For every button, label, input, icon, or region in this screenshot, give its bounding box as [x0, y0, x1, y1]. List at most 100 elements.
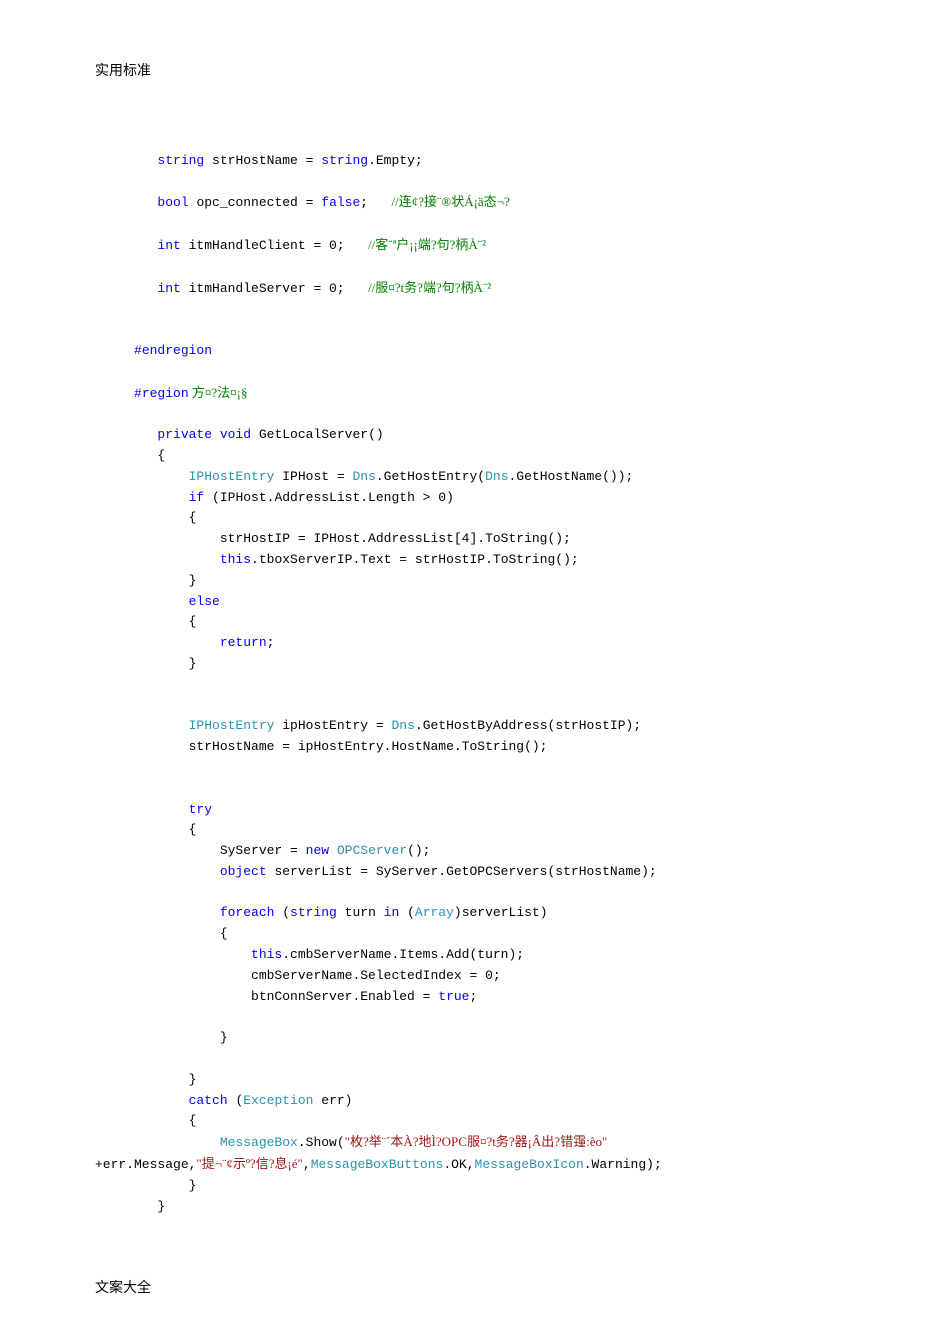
code-text: strHostName =	[204, 153, 321, 168]
preprocessor-endregion: #endregion	[134, 343, 212, 358]
string-literal: "提¬¨¢示º?信?息¡é"	[196, 1156, 302, 1171]
code-text: strHostName = ipHostEntry.HostName.ToStr…	[189, 739, 548, 754]
code-line: this.cmbServerName.Items.Add(turn);	[95, 947, 524, 962]
code-text: opc_connected =	[189, 195, 322, 210]
code-text: itmHandleServer = 0;	[181, 281, 368, 296]
keyword-int: int	[157, 238, 180, 253]
code-line: return;	[95, 635, 274, 650]
code-text: .Empty;	[368, 153, 423, 168]
code-text: turn	[337, 905, 384, 920]
code-line: }	[95, 1199, 165, 1214]
code-text: ;	[267, 635, 275, 650]
code-text: .tboxServerIP.Text = strHostIP.ToString(…	[251, 552, 579, 567]
comment: //连¢?接¨®状Á¡ä态¬?	[392, 194, 510, 209]
keyword-int: int	[157, 281, 180, 296]
code-line: }	[95, 656, 196, 671]
brace: }	[189, 1178, 197, 1193]
keyword-void: void	[212, 427, 251, 442]
brace: }	[189, 1072, 197, 1087]
code-line: }	[95, 1178, 196, 1193]
code-text: .OK,	[443, 1157, 474, 1172]
type-iphostentry: IPHostEntry	[189, 469, 275, 484]
code-line: {	[95, 1113, 196, 1128]
code-line: if (IPHost.AddressList.Length > 0)	[95, 490, 454, 505]
code-line: #region 方¤?法¤¡§	[95, 386, 247, 401]
code-text: +err.Message,	[95, 1157, 196, 1172]
code-line: else	[95, 594, 220, 609]
keyword-private: private	[157, 427, 212, 442]
code-line: foreach (string turn in (Array)serverLis…	[95, 905, 548, 920]
code-line: bool opc_connected = false; //连¢?接¨®状Á¡ä…	[95, 195, 510, 210]
code-line: private void GetLocalServer()	[95, 427, 384, 442]
code-text: err)	[313, 1093, 352, 1108]
type-exception: Exception	[243, 1093, 313, 1108]
code-text: (IPHost.AddressList.Length > 0)	[204, 490, 454, 505]
code-text: .cmbServerName.Items.Add(turn);	[282, 947, 524, 962]
preprocessor-region: #region	[134, 386, 189, 401]
code-text: .Show(	[298, 1135, 345, 1150]
type-mbbuttons: MessageBoxButtons	[311, 1157, 444, 1172]
code-text: serverList = SyServer.GetOPCServers(strH…	[267, 864, 657, 879]
type-opcserver: OPCServer	[329, 843, 407, 858]
code-line: int itmHandleClient = 0; //客¨ª户¡¡端?句?柄À¨…	[95, 238, 486, 253]
code-text: .GetHostEntry(	[376, 469, 485, 484]
code-line: catch (Exception err)	[95, 1093, 352, 1108]
code-line: }	[95, 1072, 196, 1087]
code-text: (	[274, 905, 290, 920]
brace: {	[157, 448, 165, 463]
code-text: btnConnServer.Enabled =	[251, 989, 438, 1004]
code-line: }	[95, 573, 196, 588]
region-name: 方¤?法¤¡§	[189, 385, 248, 400]
brace: {	[189, 614, 197, 629]
code-text: ,	[303, 1157, 311, 1172]
page-header: 实用标准	[95, 60, 850, 80]
code-text: itmHandleClient = 0;	[181, 238, 368, 253]
type-dns: Dns	[391, 718, 414, 733]
code-line: int itmHandleServer = 0; //服¤?t务?端?句?柄À¨…	[95, 281, 491, 296]
code-line: {	[95, 510, 196, 525]
code-text: SyServer =	[220, 843, 306, 858]
comment: //服¤?t务?端?句?柄À¨²	[368, 280, 491, 295]
code-text: ;	[360, 195, 391, 210]
code-text: )serverList)	[454, 905, 548, 920]
keyword-this: this	[220, 552, 251, 567]
keyword-try: try	[189, 802, 212, 817]
brace: }	[157, 1199, 165, 1214]
keyword-object: object	[220, 864, 267, 879]
code-line: IPHostEntry IPHost = Dns.GetHostEntry(Dn…	[95, 469, 633, 484]
code-line: this.tboxServerIP.Text = strHostIP.ToStr…	[95, 552, 579, 567]
brace: {	[189, 510, 197, 525]
keyword-this: this	[251, 947, 282, 962]
keyword-new: new	[306, 843, 329, 858]
code-line: string strHostName = string.Empty;	[95, 153, 423, 168]
comment: //客¨ª户¡¡端?句?柄À¨²	[368, 237, 486, 252]
keyword-true: true	[438, 989, 469, 1004]
type-dns: Dns	[352, 469, 375, 484]
code-text: .Warning);	[584, 1157, 662, 1172]
keyword-if: if	[189, 490, 205, 505]
code-line: IPHostEntry ipHostEntry = Dns.GetHostByA…	[95, 718, 641, 733]
code-line: #endregion	[95, 343, 212, 358]
keyword-string: string	[290, 905, 337, 920]
code-line: {	[95, 822, 196, 837]
code-text: ();	[407, 843, 430, 858]
code-line: strHostName = ipHostEntry.HostName.ToStr…	[95, 739, 547, 754]
code-text: strHostIP = IPHost.AddressList[4].ToStri…	[220, 531, 571, 546]
brace: {	[189, 1113, 197, 1128]
code-line: }	[95, 1030, 228, 1045]
method-name: GetLocalServer()	[251, 427, 384, 442]
brace: }	[189, 656, 197, 671]
brace: }	[189, 573, 197, 588]
type-dns: Dns	[485, 469, 508, 484]
string-literal: "枚?举¨´本À?地Ì?OPC服¤?t务?器¡Â出?错䨪:êo"	[345, 1134, 608, 1149]
keyword-foreach: foreach	[220, 905, 275, 920]
code-line: {	[95, 614, 196, 629]
code-text: ipHostEntry =	[274, 718, 391, 733]
keyword-false: false	[321, 195, 360, 210]
keyword-return: return	[220, 635, 267, 650]
type-array: Array	[415, 905, 454, 920]
code-text: IPHost =	[274, 469, 352, 484]
brace: {	[189, 822, 197, 837]
type-messagebox: MessageBox	[220, 1135, 298, 1150]
keyword-else: else	[189, 594, 220, 609]
